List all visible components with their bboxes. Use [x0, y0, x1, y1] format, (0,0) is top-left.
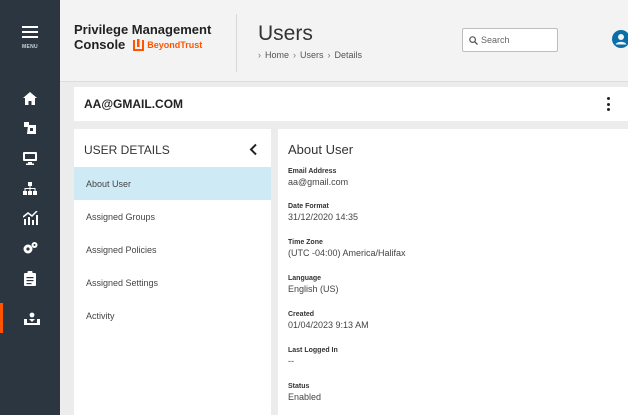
menu-button[interactable]: MENU — [0, 0, 60, 70]
beyondtrust-logo-icon — [133, 38, 145, 51]
rail-item-groups[interactable] — [0, 173, 60, 203]
nav-item-assigned-groups[interactable]: Assigned Groups — [74, 200, 271, 233]
rail-item-configuration[interactable] — [0, 233, 60, 263]
home-icon — [23, 91, 37, 105]
nav-item-assigned-settings[interactable]: Assigned Settings — [74, 266, 271, 299]
page-title: Users — [258, 22, 313, 45]
breadcrumb-separator: › — [258, 50, 261, 60]
nav-rail: MENU — [0, 0, 60, 415]
field-value: English (US) — [288, 284, 339, 294]
device-tag-icon — [24, 122, 36, 134]
search-icon — [469, 35, 478, 45]
hamburger-icon-line — [22, 36, 38, 38]
field-label: Language — [288, 275, 322, 282]
settings-gears-icon — [23, 242, 38, 254]
field-time-zone: Time Zone (UTC -04:00) America/Halifax — [288, 239, 406, 258]
header-divider — [236, 14, 237, 72]
user-email-heading: AA@GMAIL.COM — [84, 97, 184, 111]
nav-item-about-user[interactable]: About User — [74, 167, 271, 200]
breadcrumb-details: Details — [334, 50, 363, 60]
field-language: Language English (US) — [288, 275, 339, 294]
search-box[interactable] — [462, 28, 558, 52]
field-value: 31/12/2020 14:35 — [288, 212, 359, 222]
field-label: Created — [288, 311, 315, 318]
breadcrumb: › Home › Users › Details — [258, 50, 362, 60]
breadcrumb-separator: › — [293, 50, 297, 60]
field-value: aa@gmail.com — [288, 177, 349, 187]
rail-item-devices[interactable] — [0, 113, 60, 143]
field-value: 01/04/2023 9:13 AM — [288, 320, 369, 330]
field-status: Status Enabled — [288, 383, 321, 402]
nav-item-assigned-policies[interactable]: Assigned Policies — [74, 233, 271, 266]
rail-item-users[interactable] — [0, 303, 60, 333]
field-email-address: Email Address aa@gmail.com — [288, 168, 348, 187]
breadcrumb-separator: › — [327, 50, 331, 60]
user-details-panel: USER DETAILS About User Assigned Groups … — [74, 129, 271, 415]
chevron-left-icon — [249, 143, 257, 156]
hamburger-icon-line — [22, 31, 38, 33]
hierarchy-icon — [23, 181, 37, 195]
field-last-logged-in: Last Logged In -- — [288, 347, 338, 366]
analytics-icon — [22, 211, 38, 225]
field-label: Email Address — [288, 168, 337, 175]
clipboard-icon — [24, 270, 36, 286]
field-created: Created 01/04/2023 9:13 AM — [288, 311, 369, 330]
field-date-format: Date Format 31/12/2020 14:35 — [288, 203, 358, 222]
field-label: Last Logged In — [288, 347, 338, 354]
user-heading-bar: AA@GMAIL.COM — [74, 87, 628, 121]
user-account-icon — [612, 30, 628, 48]
field-label: Time Zone — [288, 239, 323, 246]
field-label: Date Format — [288, 203, 329, 210]
top-header: Privilege Management Console BeyondTrust… — [60, 0, 628, 82]
product-name-line1: Privilege Management — [74, 22, 212, 37]
field-value: -- — [288, 356, 294, 366]
user-details-title: USER DETAILS — [84, 143, 170, 157]
product-name-line2: Console — [74, 37, 126, 52]
user-avatar-button[interactable] — [612, 30, 628, 53]
more-options-button[interactable] — [605, 96, 613, 112]
kebab-icon-dot — [607, 102, 610, 106]
search-input[interactable] — [481, 35, 555, 45]
beyondtrust-logo-text: BeyondTrust — [147, 39, 203, 50]
about-user-panel: About User Email Address aa@gmail.com Da… — [278, 129, 628, 415]
nav-item-activity[interactable]: Activity — [74, 299, 271, 332]
breadcrumb-users[interactable]: Users — [300, 50, 324, 60]
rail-item-policies[interactable] — [0, 263, 60, 293]
beyondtrust-logo: BeyondTrust — [133, 38, 203, 51]
kebab-icon-dot — [607, 108, 610, 111]
user-download-icon — [23, 312, 40, 325]
menu-label: MENU — [22, 44, 38, 50]
field-label: Status — [288, 383, 310, 390]
rail-item-home[interactable] — [0, 83, 60, 113]
field-value: Enabled — [288, 392, 322, 402]
rail-item-analytics[interactable] — [0, 203, 60, 233]
kebab-icon — [607, 97, 610, 100]
about-user-title: About User — [288, 142, 354, 157]
hamburger-icon — [22, 26, 38, 28]
field-value: (UTC -04:00) America/Halifax — [288, 248, 406, 258]
breadcrumb-home[interactable]: Home — [265, 50, 289, 60]
product-brand[interactable]: Privilege Management Console BeyondTrust — [74, 22, 211, 52]
collapse-panel-button[interactable] — [249, 143, 258, 161]
computer-icon — [23, 152, 37, 165]
rail-item-computers[interactable] — [0, 143, 60, 173]
